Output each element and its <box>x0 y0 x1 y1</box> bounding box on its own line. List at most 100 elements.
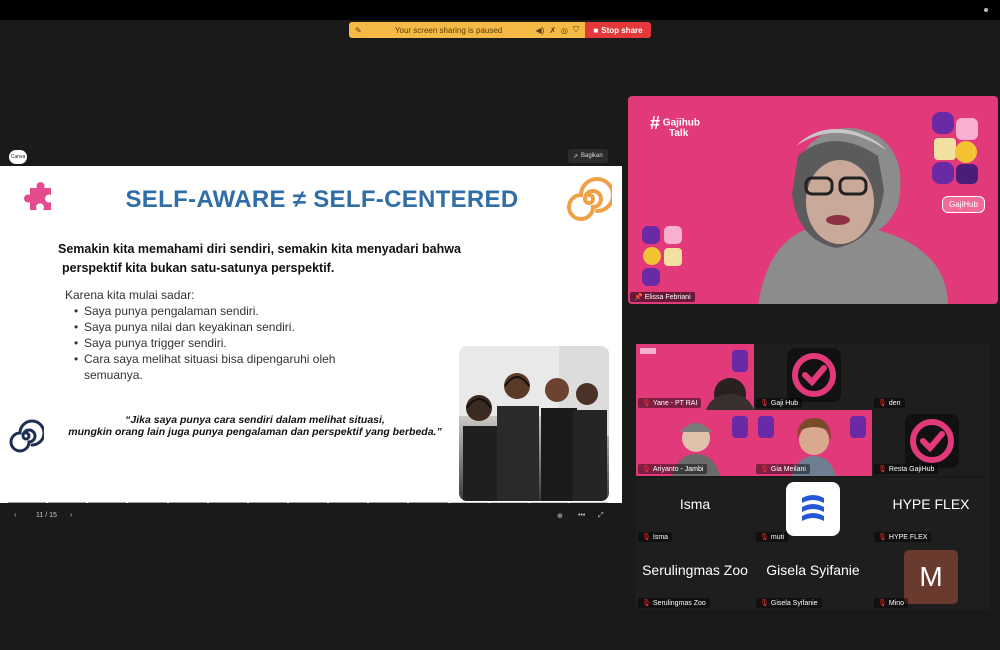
gajihub-logo <box>905 414 959 468</box>
quote-line-1: “Jika saya punya cara sendiri dalam meli… <box>125 414 385 426</box>
participant-name: den <box>888 399 901 407</box>
participant-tile[interactable]: 🎙 muti <box>754 478 872 544</box>
list-item: Cara saya melihat situasi bisa dipengaru… <box>74 351 374 383</box>
participant-tile[interactable]: 🎙 Resta GajiHub <box>872 410 990 476</box>
fullscreen-icon[interactable]: ⤢ <box>598 512 604 520</box>
participant-tile[interactable]: 🎙 Gaji Hub <box>754 344 872 410</box>
pin-icon[interactable]: ✎ <box>355 26 362 35</box>
more-options-icon[interactable]: ••• <box>578 512 585 519</box>
team-photo <box>459 346 609 501</box>
mic-muted-icon: 🎙 <box>878 466 887 473</box>
speaker-name-tag: 📌 Elissa Febriani <box>630 292 695 302</box>
participant-grid: 🎙 Yane - PT RAI 🎙 Gaji Hub 🎙 den 🎙 Ariya… <box>636 344 990 610</box>
list-item: Saya punya trigger sendiri. <box>74 335 374 351</box>
team-photo-illustration <box>459 346 609 501</box>
gajihub-logo <box>787 348 841 402</box>
window-top-bar <box>0 0 1000 20</box>
list-item: Saya punya pengalaman sendiri. <box>74 303 374 319</box>
next-slide-icon[interactable]: › <box>70 512 72 519</box>
video-icon[interactable]: ◎ <box>561 26 568 35</box>
participant-name-tag: 🎙 Gia Meilani <box>756 464 810 474</box>
participant-name: Ariyanto - Jambi <box>652 465 704 473</box>
orange-swirl-icon <box>567 177 612 221</box>
participant-initial-avatar: M <box>904 550 958 604</box>
participant-tile[interactable]: 🎙 Ariyanto - Jambi <box>636 410 754 476</box>
canva-logo[interactable]: Canva <box>9 150 27 164</box>
participant-name-tag: 🎙 HYPE FLEX <box>874 532 932 542</box>
participant-name-tag: 🎙 Gisela Syifanie <box>756 598 822 608</box>
reason-list: Saya punya pengalaman sendiri. Saya puny… <box>74 303 374 383</box>
muti-logo <box>786 482 840 536</box>
slide-quote: “Jika saya punya cara sendiri dalam meli… <box>60 414 450 438</box>
stop-share-button[interactable]: ■ Stop share <box>585 22 651 38</box>
zoom-icon[interactable]: ⊕ <box>557 512 563 520</box>
participant-name: muti <box>770 533 785 541</box>
mic-muted-icon: 🎙 <box>760 534 769 541</box>
participant-name-tag: 🎙 muti <box>756 532 789 542</box>
mic-muted-icon: 🎙 <box>642 600 651 607</box>
participant-name: Isma <box>652 533 669 541</box>
participant-name: Gisela Syifanie <box>770 599 818 607</box>
participant-name-tag: 🎙 Serulingmas Zoo <box>638 598 710 608</box>
participant-name: Serulingmas Zoo <box>652 599 706 607</box>
brand-line-2: Talk <box>669 127 689 139</box>
share-button[interactable]: ↗ Bagikan <box>568 149 608 163</box>
participant-tile[interactable]: M 🎙 Mino <box>872 544 990 610</box>
menu-dot-icon[interactable] <box>984 8 988 12</box>
active-speaker-tile[interactable]: # Gajihub Talk GajiHub 📌 Elissa Febriani <box>628 96 998 304</box>
participant-display-name: Isma <box>679 496 711 512</box>
shield-icon[interactable]: ⛉ <box>573 25 579 35</box>
slide-progress <box>8 502 609 503</box>
gajihub-tag: GajiHub <box>942 196 985 213</box>
participant-tile[interactable]: Gisela Syifanie 🎙 Gisela Syifanie <box>754 544 872 610</box>
mic-muted-icon: 🎙 <box>878 600 887 607</box>
presentation-header: Canva ↗ Bagikan <box>0 148 622 166</box>
participant-name-tag: 🎙 Ariyanto - Jambi <box>638 464 708 474</box>
participant-name-tag: 🎙 Mino <box>874 598 909 608</box>
participant-name: Gia Meilani <box>770 465 806 473</box>
participant-tile[interactable]: Serulingmas Zoo 🎙 Serulingmas Zoo <box>636 544 754 610</box>
page-counter: 11 / 15 <box>36 512 57 519</box>
presentation-footer: ‹ 11 / 15 › ⊕ ••• ⤢ <box>0 508 622 528</box>
participant-display-name: Serulingmas Zoo <box>642 562 748 578</box>
speaker-video <box>758 128 948 304</box>
brand-line-1: Gajihub <box>662 117 701 129</box>
share-paused-text: Your screen sharing is paused <box>394 25 503 35</box>
slide-lead-text: Semakin kita memahami diri sendiri, sema… <box>58 240 528 278</box>
mic-muted-icon: 🎙 <box>642 534 651 541</box>
stop-icon: ■ <box>593 25 599 35</box>
participant-tile[interactable]: 🎙 den <box>872 344 990 410</box>
mic-muted-icon: 🎙 <box>642 400 651 407</box>
lead-line-1: Semakin kita memahami diri sendiri, sema… <box>58 242 461 256</box>
mic-muted-icon: 🎙 <box>642 466 651 473</box>
participant-name: HYPE FLEX <box>888 533 928 541</box>
share-button-label: Bagikan <box>581 153 603 159</box>
stop-share-label: Stop share <box>601 25 643 35</box>
brand-shapes-small-icon <box>642 226 682 286</box>
participant-display-name: Gisela Syifanie <box>766 562 860 578</box>
participant-tile[interactable]: 🎙 Yane - PT RAI <box>636 344 754 410</box>
mic-muted-icon: 🎙 <box>760 466 769 473</box>
slide-title: SELF-AWARE ≠ SELF-CENTERED <box>125 186 519 213</box>
participant-name-tag: 🎙 Yane - PT RAI <box>638 398 702 408</box>
participant-tile[interactable]: 🎙 Gia Meilani <box>754 410 872 476</box>
participant-name: Yane - PT RAI <box>652 399 698 407</box>
navy-swirl-icon <box>9 419 44 453</box>
mic-muted-icon: 🎙 <box>878 400 887 407</box>
share-paused-banner: ✎ Your screen sharing is paused ◀) ✗ ◎ ⛉ <box>349 22 585 38</box>
mic-muted-icon[interactable]: ✗ <box>549 26 556 35</box>
participant-tile[interactable]: HYPE FLEX 🎙 HYPE FLEX <box>872 478 990 544</box>
prev-slide-icon[interactable]: ‹ <box>14 512 16 519</box>
participant-name-tag: 🎙 Gaji Hub <box>756 398 803 408</box>
participant-name: Mino <box>888 599 905 607</box>
gajihub-talk-brand: # Gajihub Talk <box>650 114 701 139</box>
gajihub-check-icon <box>910 419 954 463</box>
participant-name-tag: 🎙 Isma <box>638 532 673 542</box>
participant-name-tag: 🎙 Resta GajiHub <box>874 464 939 474</box>
reason-intro: Karena kita mulai sadar: <box>65 288 195 302</box>
mic-muted-icon: 🎙 <box>760 600 769 607</box>
speaker-icon[interactable]: ◀) <box>535 26 544 35</box>
participant-display-name: HYPE FLEX <box>892 496 970 512</box>
speaker-name: Elissa Febriani <box>644 293 691 301</box>
participant-tile[interactable]: Isma 🎙 Isma <box>636 478 754 544</box>
